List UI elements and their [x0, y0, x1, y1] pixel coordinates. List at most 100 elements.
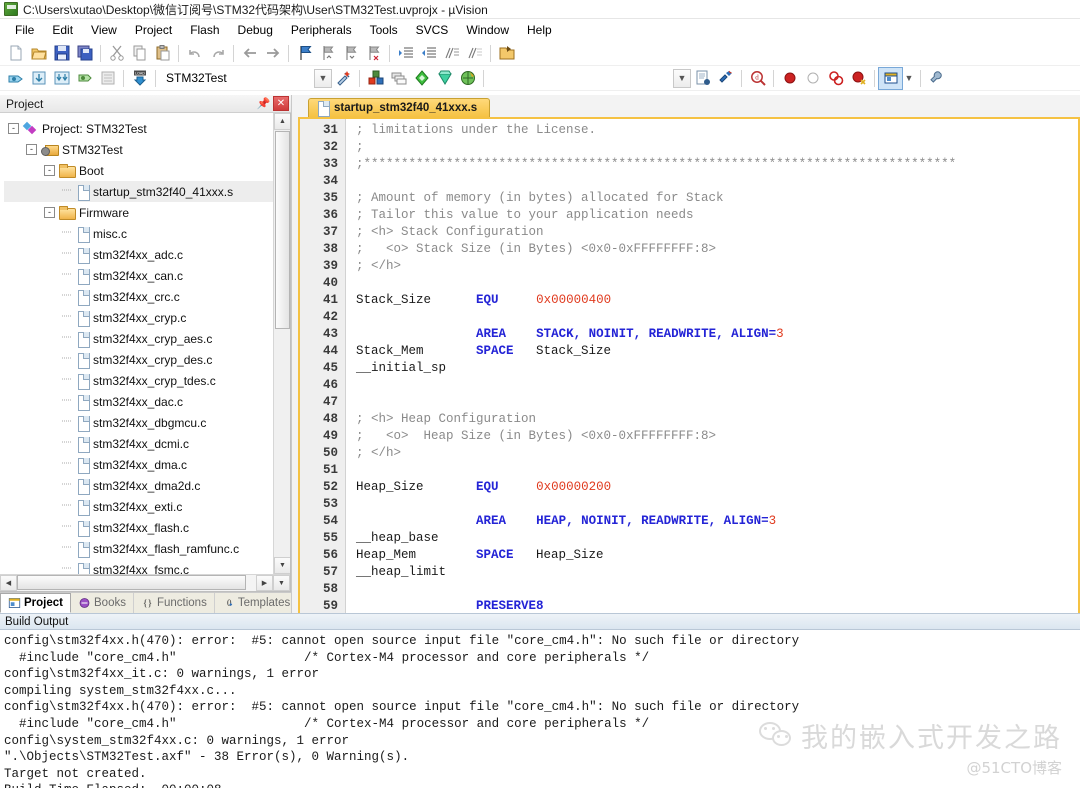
new-file-icon[interactable] [4, 43, 27, 64]
bookmark-toggle-icon[interactable] [293, 43, 316, 64]
cut-icon[interactable] [105, 43, 128, 64]
tree-item[interactable]: stm32f4xx_cryp.c [4, 307, 273, 328]
scroll-size-grip-icon[interactable]: ▼ [273, 575, 290, 591]
code-line[interactable]: AREA HEAP, NOINIT, READWRITE, ALIGN=3 [356, 513, 1078, 530]
tree-item[interactable]: startup_stm32f40_41xxx.s [4, 181, 273, 202]
code-text[interactable]: ; limitations under the License.; ;******… [346, 119, 1078, 615]
code-line[interactable] [356, 309, 1078, 326]
menu-project[interactable]: Project [126, 21, 181, 39]
menu-view[interactable]: View [82, 21, 126, 39]
document-tab-startup-file[interactable]: startup_stm32f40_41xxx.s [308, 98, 491, 117]
breakpoint-kill-all-icon[interactable] [824, 68, 847, 89]
tree-item[interactable]: stm32f4xx_cryp_aes.c [4, 328, 273, 349]
debug-session-selector[interactable]: ▼ [673, 68, 691, 88]
code-line[interactable]: ; <o> Heap Size (in Bytes) <0x0-0xFFFFFF… [356, 428, 1078, 445]
code-line[interactable] [356, 462, 1078, 479]
breakpoint-set-icon[interactable] [778, 68, 801, 89]
code-line[interactable]: ; <o> Stack Size (in Bytes) <0x0-0xFFFFF… [356, 241, 1078, 258]
tree-expander-icon[interactable]: - [26, 144, 37, 155]
tree-item[interactable]: stm32f4xx_dma.c [4, 454, 273, 475]
scroll-down-icon[interactable]: ▼ [274, 557, 290, 574]
tab-books[interactable]: Books [71, 593, 134, 613]
tab-functions[interactable]: {} Functions [134, 593, 215, 613]
tree-item[interactable]: stm32f4xx_dbgmcu.c [4, 412, 273, 433]
batch-build-icon[interactable] [73, 68, 96, 89]
tree-item[interactable]: stm32f4xx_can.c [4, 265, 273, 286]
tree-item[interactable]: stm32f4xx_dma2d.c [4, 475, 273, 496]
menu-svcs[interactable]: SVCS [407, 21, 458, 39]
uncomment-lines-icon[interactable] [463, 43, 486, 64]
translate-file-icon[interactable] [4, 68, 27, 89]
window-layout-icon[interactable] [878, 66, 903, 90]
bookmark-clear-icon[interactable] [362, 43, 385, 64]
build-output-text[interactable]: config\stm32f4xx.h(470): error: #5: cann… [0, 630, 1080, 788]
tree-item[interactable]: - STM32Test [4, 139, 273, 160]
bookmark-next-icon[interactable] [339, 43, 362, 64]
menu-debug[interactable]: Debug [229, 21, 282, 39]
code-line[interactable] [356, 173, 1078, 190]
code-line[interactable]: ; Tailor this value to your application … [356, 207, 1078, 224]
bookmark-prev-icon[interactable] [316, 43, 339, 64]
tree-expander-icon[interactable]: - [44, 165, 55, 176]
tree-item[interactable]: stm32f4xx_cryp_tdes.c [4, 370, 273, 391]
menu-flash[interactable]: Flash [181, 21, 228, 39]
navigate-back-icon[interactable] [238, 43, 261, 64]
hscroll-thumb[interactable] [17, 575, 247, 590]
tree-item[interactable]: stm32f4xx_exti.c [4, 496, 273, 517]
menu-edit[interactable]: Edit [43, 21, 82, 39]
tree-item[interactable]: - Boot [4, 160, 273, 181]
tree-expander-icon[interactable]: - [8, 123, 19, 134]
target-selector-value[interactable]: STM32Test [160, 69, 278, 88]
code-line[interactable]: ;***************************************… [356, 156, 1078, 173]
navigate-forward-icon[interactable] [261, 43, 284, 64]
manage-project-items-icon[interactable] [332, 68, 355, 89]
target-selector-dropdown[interactable]: ▼ [314, 68, 332, 88]
scroll-left-icon[interactable]: ◀ [0, 575, 17, 591]
code-line[interactable]: Stack_Size EQU 0x00000400 [356, 292, 1078, 309]
tree-item[interactable]: misc.c [4, 223, 273, 244]
breakpoint-disable-all-icon[interactable] [847, 68, 870, 89]
build-target-icon[interactable] [27, 68, 50, 89]
tree-item[interactable]: stm32f4xx_adc.c [4, 244, 273, 265]
configure-flash-tools-icon[interactable] [433, 68, 456, 89]
breakpoint-disable-icon[interactable] [801, 68, 824, 89]
redo-icon[interactable] [206, 43, 229, 64]
tree-item[interactable]: stm32f4xx_fsmc.c [4, 559, 273, 574]
code-line[interactable] [356, 581, 1078, 598]
paste-icon[interactable] [151, 43, 174, 64]
menu-help[interactable]: Help [518, 21, 561, 39]
code-line[interactable]: ; Amount of memory (in bytes) allocated … [356, 190, 1078, 207]
code-line[interactable]: Heap_Mem SPACE Heap_Size [356, 547, 1078, 564]
code-line[interactable]: ; </h> [356, 258, 1078, 275]
project-tree-hscrollbar[interactable]: ◀ ▶ ▼ [0, 574, 290, 591]
menu-peripherals[interactable]: Peripherals [282, 21, 361, 39]
undo-icon[interactable] [183, 43, 206, 64]
select-software-packs-icon[interactable] [410, 68, 433, 89]
code-line[interactable] [356, 275, 1078, 292]
code-line[interactable]: ; <h> Stack Configuration [356, 224, 1078, 241]
tree-item[interactable]: stm32f4xx_dcmi.c [4, 433, 273, 454]
close-icon[interactable]: ✕ [273, 96, 289, 111]
code-line[interactable]: AREA STACK, NOINIT, READWRITE, ALIGN=3 [356, 326, 1078, 343]
vscroll-thumb[interactable] [275, 131, 290, 329]
scroll-right-icon[interactable]: ▶ [256, 575, 273, 591]
code-line[interactable]: Heap_Size EQU 0x00000200 [356, 479, 1078, 496]
code-line[interactable]: Stack_Mem SPACE Stack_Size [356, 343, 1078, 360]
project-tree-vscrollbar[interactable]: ▲ ▼ [273, 113, 290, 574]
menu-window[interactable]: Window [457, 21, 518, 39]
code-line[interactable]: __initial_sp [356, 360, 1078, 377]
code-line[interactable]: __heap_limit [356, 564, 1078, 581]
tree-item[interactable]: stm32f4xx_crc.c [4, 286, 273, 307]
code-line[interactable]: ; <h> Heap Configuration [356, 411, 1078, 428]
rebuild-all-icon[interactable] [50, 68, 73, 89]
window-layout-dropdown-icon[interactable]: ▼ [902, 68, 916, 89]
tree-item[interactable]: - Project: STM32Test [4, 118, 273, 139]
indent-right-icon[interactable] [394, 43, 417, 64]
tree-item[interactable]: stm32f4xx_dac.c [4, 391, 273, 412]
code-line[interactable] [356, 496, 1078, 513]
tab-project[interactable]: Project [0, 593, 71, 613]
code-view[interactable]: 31 32 33 34 35 36 37 38 39 40 41 42 43 44 45 46 47 48 49 50… [300, 119, 1078, 615]
menu-tools[interactable]: Tools [361, 21, 407, 39]
comment-lines-icon[interactable] [440, 43, 463, 64]
insert-remove-bookmark-icon[interactable] [691, 68, 714, 89]
